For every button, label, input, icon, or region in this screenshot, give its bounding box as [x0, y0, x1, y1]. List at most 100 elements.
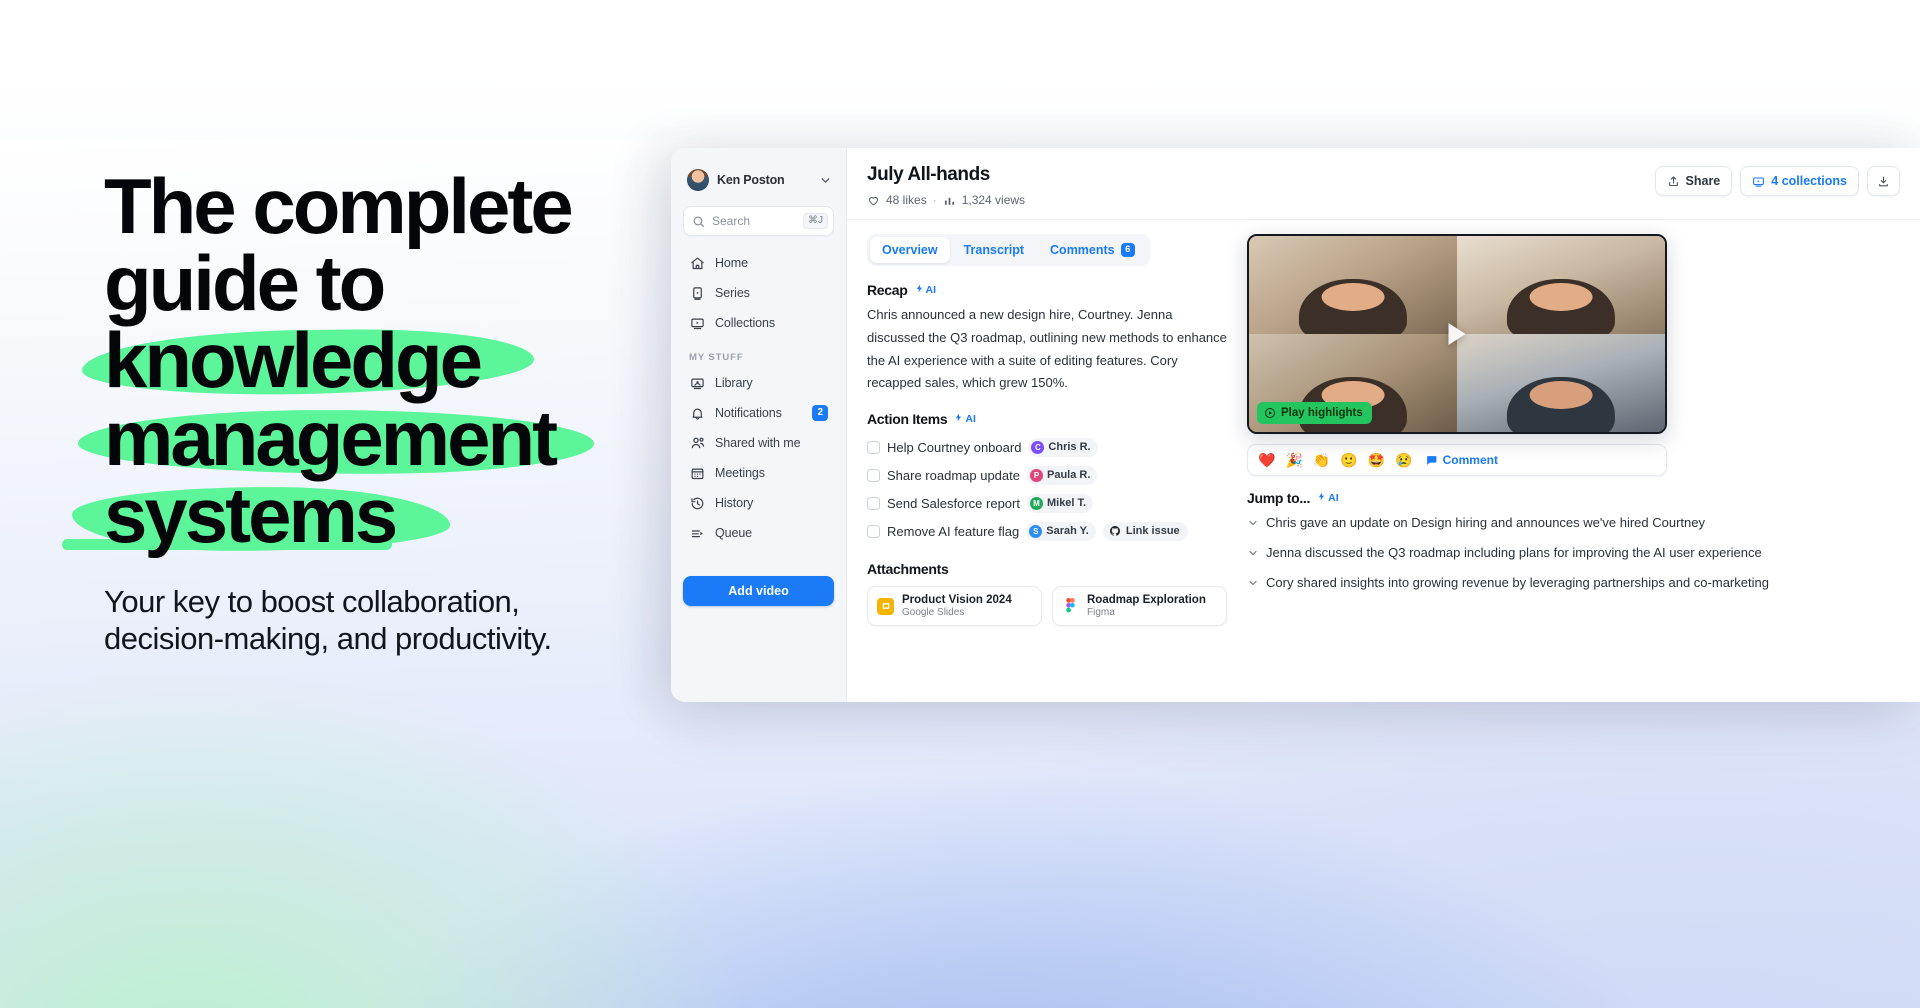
account-name: Ken Poston — [717, 173, 785, 187]
link-issue-label: Link issue — [1125, 525, 1180, 537]
chevron-down-icon[interactable] — [1247, 514, 1259, 533]
assignee-avatar: P — [1029, 468, 1043, 482]
play-button[interactable] — [1448, 323, 1466, 345]
share-button[interactable]: Share — [1654, 166, 1733, 196]
sparkle-icon — [954, 412, 963, 426]
jump-to-item[interactable]: Chris gave an update on Design hiring an… — [1247, 514, 1920, 533]
comment-button[interactable]: Comment — [1425, 453, 1498, 467]
sidebar-item-label: Series — [715, 286, 750, 300]
collections-icon — [689, 315, 706, 332]
video-player[interactable]: Play highlights — [1247, 234, 1667, 434]
hero-line-1: The complete — [104, 162, 574, 250]
ai-badge: AI — [1317, 491, 1339, 505]
app-window-screenshot: Ken Poston Search ⌘J Home Series Collect… — [671, 148, 1920, 702]
sidebar-item-label: Notifications — [715, 406, 782, 420]
reaction-sad[interactable]: 😢 — [1395, 452, 1412, 469]
jump-to-item[interactable]: Jenna discussed the Q3 roadmap including… — [1247, 544, 1920, 563]
reaction-heart[interactable]: ❤️ — [1258, 452, 1275, 469]
more-actions-button[interactable] — [1867, 166, 1900, 196]
collections-button[interactable]: 4 collections — [1740, 166, 1859, 196]
tab-label: Overview — [882, 243, 938, 257]
play-icon — [1264, 407, 1276, 419]
tab-bar: Overview Transcript Comments 6 — [867, 234, 1150, 266]
tab-overview[interactable]: Overview — [870, 237, 950, 263]
sidebar-item-label: Collections — [715, 316, 776, 330]
hero-line-3-highlighted: knowledge — [81, 321, 535, 399]
search-input[interactable]: Search ⌘J — [683, 206, 834, 236]
chevron-down-icon[interactable] — [1247, 574, 1259, 593]
my-stuff-nav: Library Notifications 2 Shared with me M… — [683, 368, 834, 548]
download-icon — [1877, 175, 1890, 188]
comment-label: Comment — [1442, 453, 1498, 467]
assignee-name: Paula R. — [1046, 469, 1091, 481]
reaction-smile[interactable]: 🙂 — [1340, 452, 1357, 469]
jump-to-item[interactable]: Cory shared insights into growing revenu… — [1247, 574, 1920, 593]
sidebar-item-home[interactable]: Home — [683, 248, 834, 278]
sidebar-item-label: Shared with me — [715, 436, 801, 450]
action-item-text: Send Salesforce report — [887, 495, 1020, 511]
video-stats: 48 likes · 1,324 views — [867, 193, 1025, 207]
sidebar-item-queue[interactable]: Queue — [683, 518, 834, 548]
reaction-clap[interactable]: 👏 — [1313, 452, 1330, 469]
account-switcher[interactable]: Ken Poston — [683, 162, 834, 194]
comment-icon — [1425, 454, 1438, 467]
attachment-card[interactable]: Roadmap Exploration Figma — [1052, 586, 1227, 626]
tab-transcript[interactable]: Transcript — [952, 237, 1036, 263]
sparkle-icon — [1317, 491, 1326, 505]
chevron-down-icon[interactable] — [1247, 544, 1259, 563]
tab-comments[interactable]: Comments 6 — [1038, 237, 1147, 263]
play-highlights-label: Play highlights — [1281, 407, 1363, 419]
assignee-avatar: S — [1029, 524, 1043, 538]
sidebar-item-collections[interactable]: Collections — [683, 308, 834, 338]
sidebar-item-history[interactable]: History — [683, 488, 834, 518]
sidebar: Ken Poston Search ⌘J Home Series Collect… — [671, 148, 847, 702]
sidebar-item-notifications[interactable]: Notifications 2 — [683, 398, 834, 428]
action-items-list: Help Courtney onboard C Chris R. Share r… — [867, 433, 1227, 545]
action-item-checkbox[interactable] — [867, 468, 880, 482]
assignee-chip[interactable]: P Paula R. — [1026, 465, 1098, 485]
hero-line-5-highlighted: systems — [62, 476, 451, 554]
chevron-down-icon[interactable] — [819, 174, 832, 187]
attachment-meta: Product Vision 2024 Google Slides — [902, 594, 1012, 618]
participant-silhouette — [1298, 279, 1408, 334]
sparkle-icon — [915, 283, 924, 297]
action-item-row: Help Courtney onboard C Chris R. — [867, 433, 1227, 461]
reaction-party[interactable]: 🎉 — [1285, 452, 1302, 469]
play-highlights-button[interactable]: Play highlights — [1257, 402, 1372, 424]
collections-icon — [1752, 175, 1765, 188]
background-top-band — [0, 0, 1920, 140]
bell-icon — [689, 405, 706, 422]
attachments-list: Product Vision 2024 Google Slides Roadma… — [867, 586, 1227, 626]
slides-icon — [877, 597, 894, 615]
add-video-button[interactable]: Add video — [683, 576, 834, 606]
action-item-text: Remove AI feature flag — [887, 523, 1020, 539]
attachments-heading: Attachments — [867, 561, 1227, 577]
attachment-card[interactable]: Product Vision 2024 Google Slides — [867, 586, 1042, 626]
comments-count-badge: 6 — [1120, 242, 1135, 258]
hero-line-2: guide to — [104, 239, 386, 328]
share-button-label: Share — [1685, 174, 1721, 188]
assignee-chip[interactable]: M Mikel T. — [1026, 493, 1094, 513]
hero-subtitle-line-2: decision-making, and productivity. — [104, 620, 552, 656]
sidebar-item-shared-with-me[interactable]: Shared with me — [683, 428, 834, 458]
sidebar-item-meetings[interactable]: Meetings — [683, 458, 834, 488]
ai-label: AI — [1328, 492, 1339, 504]
avatar — [687, 169, 709, 191]
assignee-avatar: C — [1031, 440, 1045, 454]
sidebar-item-library[interactable]: Library — [683, 368, 834, 398]
video-column: Play highlights ❤️ 🎉 👏 🙂 🤩 😢 Comment Jum… — [1247, 220, 1920, 702]
library-icon — [689, 375, 706, 392]
assignee-chip[interactable]: C Chris R. — [1028, 437, 1098, 457]
attachment-meta: Roadmap Exploration Figma — [1087, 594, 1206, 618]
jump-to-text: Jenna discussed the Q3 roadmap including… — [1266, 544, 1762, 560]
action-item-checkbox[interactable] — [867, 496, 880, 510]
reaction-starstruck[interactable]: 🤩 — [1368, 452, 1385, 469]
action-item-checkbox[interactable] — [867, 440, 880, 454]
views-count: 1,324 views — [961, 193, 1026, 207]
action-item-checkbox[interactable] — [867, 524, 880, 538]
assignee-chip[interactable]: S Sarah Y. — [1026, 521, 1096, 541]
sidebar-item-series[interactable]: Series — [683, 278, 834, 308]
hero-subtitle-line-1: Your key to boost collaboration, — [104, 584, 520, 620]
link-issue-button[interactable]: Link issue — [1102, 521, 1188, 541]
content-header: July All-hands 48 likes · 1,324 views Sh… — [847, 148, 1920, 220]
